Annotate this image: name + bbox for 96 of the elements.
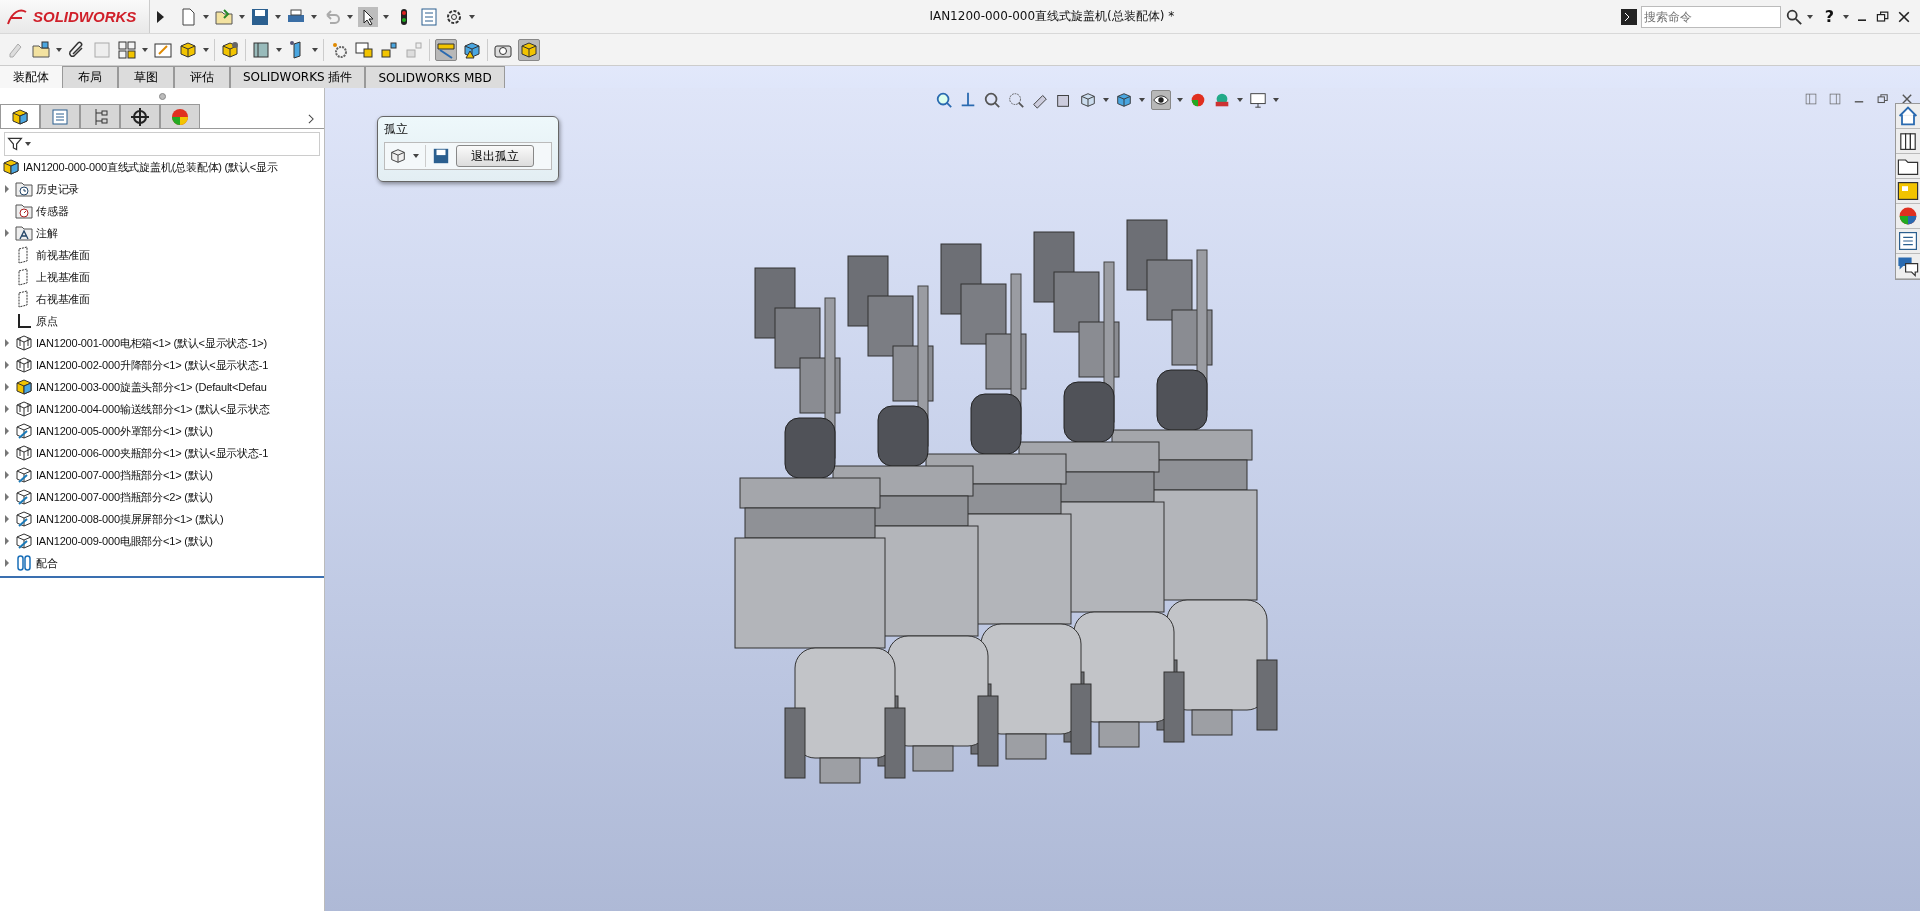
split-left-icon[interactable] [1804, 92, 1818, 106]
panel-tab[interactable] [120, 104, 160, 128]
command-tab[interactable]: 装配体 [0, 66, 62, 88]
caret-icon[interactable] [311, 14, 317, 19]
tree-item[interactable]: 历史记录 [36, 181, 80, 197]
panel-tab[interactable] [0, 104, 40, 128]
open-folder-icon[interactable] [214, 6, 234, 27]
mates-icon[interactable] [14, 553, 34, 573]
tree-root-label[interactable]: IAN1200-000-000直线式旋盖机(总装配体) (默认<显示 [23, 159, 278, 175]
flexible-assembly-icon[interactable] [14, 465, 34, 485]
caret-icon[interactable] [469, 14, 475, 19]
command-tab[interactable]: 草图 [118, 66, 174, 88]
caret-icon[interactable] [203, 14, 209, 19]
search-field[interactable]: 搜索命令 [1640, 5, 1781, 28]
exit-isolate-button[interactable]: 退出孤立 [456, 145, 534, 167]
appearance-ball-icon [170, 106, 190, 127]
folder-icon[interactable] [1896, 154, 1920, 179]
component-pattern-icon[interactable] [117, 39, 137, 60]
caret-icon[interactable] [56, 47, 62, 52]
home-icon[interactable] [1896, 104, 1920, 129]
flexible-assembly-icon[interactable] [14, 487, 34, 507]
tree-item[interactable]: IAN1200-001-000电柜箱<1> (默认<显示状态-1>) [36, 335, 268, 351]
caret-icon[interactable] [1177, 98, 1183, 102]
caret-icon[interactable] [239, 14, 245, 19]
assembly-icon[interactable] [1, 157, 21, 177]
insert-component-icon[interactable] [31, 39, 51, 60]
feature-tree-icon [10, 106, 30, 127]
command-prompt-icon [1620, 8, 1637, 25]
caret-icon[interactable] [1806, 14, 1813, 19]
caret-icon[interactable] [203, 47, 209, 52]
annotation-folder-icon[interactable] [14, 223, 34, 243]
flexible-assembly-icon[interactable] [14, 531, 34, 551]
assembly-icon[interactable] [14, 333, 34, 353]
tree-item[interactable]: IAN1200-007-000挡瓶部分<1> (默认) [36, 467, 213, 483]
caret-icon[interactable] [1237, 98, 1243, 102]
assembly-icon[interactable] [14, 399, 34, 419]
tree-item[interactable]: 原点 [36, 313, 58, 329]
caret-icon[interactable] [276, 47, 282, 52]
zoom-to-fit-icon[interactable] [935, 91, 953, 109]
visibility-cube-icon[interactable] [389, 147, 407, 165]
restore-icon[interactable] [1876, 92, 1890, 106]
assembly-icon[interactable] [14, 443, 34, 463]
logo-text: SOLIDWORKS [33, 8, 137, 25]
tree-item[interactable]: 配合 [36, 555, 58, 571]
tree-item[interactable]: IAN1200-009-000电眼部分<1> (默认) [36, 533, 213, 549]
window-title: IAN1200-000-000直线式旋盖机(总装配体) * [928, 8, 1176, 25]
caret-icon[interactable] [142, 47, 148, 52]
split-right-icon[interactable] [1828, 92, 1842, 106]
caret-icon[interactable] [1273, 98, 1279, 102]
filter-icon[interactable] [7, 136, 23, 152]
display-style-icon[interactable] [1115, 91, 1133, 109]
command-tab[interactable]: SOLIDWORKS MBD [365, 66, 505, 88]
tree-item[interactable]: IAN1200-008-000摸屏屏部分<1> (默认) [36, 511, 224, 527]
tree-item[interactable]: 上视基准面 [36, 269, 90, 285]
caret-icon[interactable] [25, 142, 31, 146]
monitor-icon[interactable] [1249, 91, 1267, 109]
crosshair-icon [130, 106, 150, 127]
tree-item[interactable]: IAN1200-002-000升降部分<1> (默认<显示状态-1 [36, 357, 269, 373]
tree-item[interactable]: 传感器 [36, 203, 69, 219]
grip-icon[interactable] [158, 92, 166, 100]
save-icon[interactable] [432, 147, 450, 165]
history-folder-icon[interactable] [14, 179, 34, 199]
tree-item[interactable]: 前视基准面 [36, 247, 90, 263]
flexible-assembly-icon[interactable] [14, 509, 34, 529]
caret-icon[interactable] [1843, 14, 1849, 19]
view-orientation-icon[interactable] [1079, 91, 1097, 109]
tree-item[interactable]: 右视基准面 [36, 291, 90, 307]
caret-icon[interactable] [312, 47, 318, 52]
close-icon[interactable] [1900, 92, 1914, 106]
popup-title: 孤立 [384, 121, 409, 138]
command-tab[interactable]: 布局 [62, 66, 118, 88]
flexible-assembly-icon[interactable] [14, 421, 34, 441]
caret-icon[interactable] [275, 14, 281, 19]
select-pointer-icon[interactable] [358, 6, 378, 27]
help-menu[interactable]: ? [1820, 7, 1838, 26]
caret-icon[interactable] [1139, 98, 1145, 102]
tree-item[interactable]: IAN1200-005-000外罩部分<1> (默认) [36, 423, 213, 439]
search-icon[interactable] [1784, 7, 1803, 26]
caret-icon[interactable] [413, 154, 419, 158]
assembly-icon[interactable] [14, 377, 34, 397]
zoom-area-icon[interactable] [983, 91, 1001, 109]
caret-icon[interactable] [347, 14, 353, 19]
caret-icon[interactable] [383, 14, 389, 19]
tree-item[interactable]: 注解 [36, 225, 58, 241]
command-tab[interactable]: SOLIDWORKS 插件 [230, 66, 366, 88]
tree-item[interactable]: IAN1200-003-000旋盖头部分<1> (Default<Defau [36, 379, 267, 395]
tree-item[interactable]: IAN1200-007-000挡瓶部分<2> (默认) [36, 489, 213, 505]
tree-item[interactable]: IAN1200-006-000夹瓶部分<1> (默认<显示状态-1 [36, 445, 269, 461]
forum-chat-icon[interactable] [1896, 254, 1920, 279]
caret-icon[interactable] [1103, 98, 1109, 102]
property-list-icon [50, 106, 70, 127]
assembly-icon[interactable] [14, 355, 34, 375]
sensor-folder-icon[interactable] [14, 201, 34, 221]
command-tab[interactable]: 评估 [174, 66, 230, 88]
save-icon[interactable] [250, 6, 270, 27]
tree-item[interactable]: IAN1200-004-000输送线部分<1> (默认<显示状态 [36, 401, 270, 417]
